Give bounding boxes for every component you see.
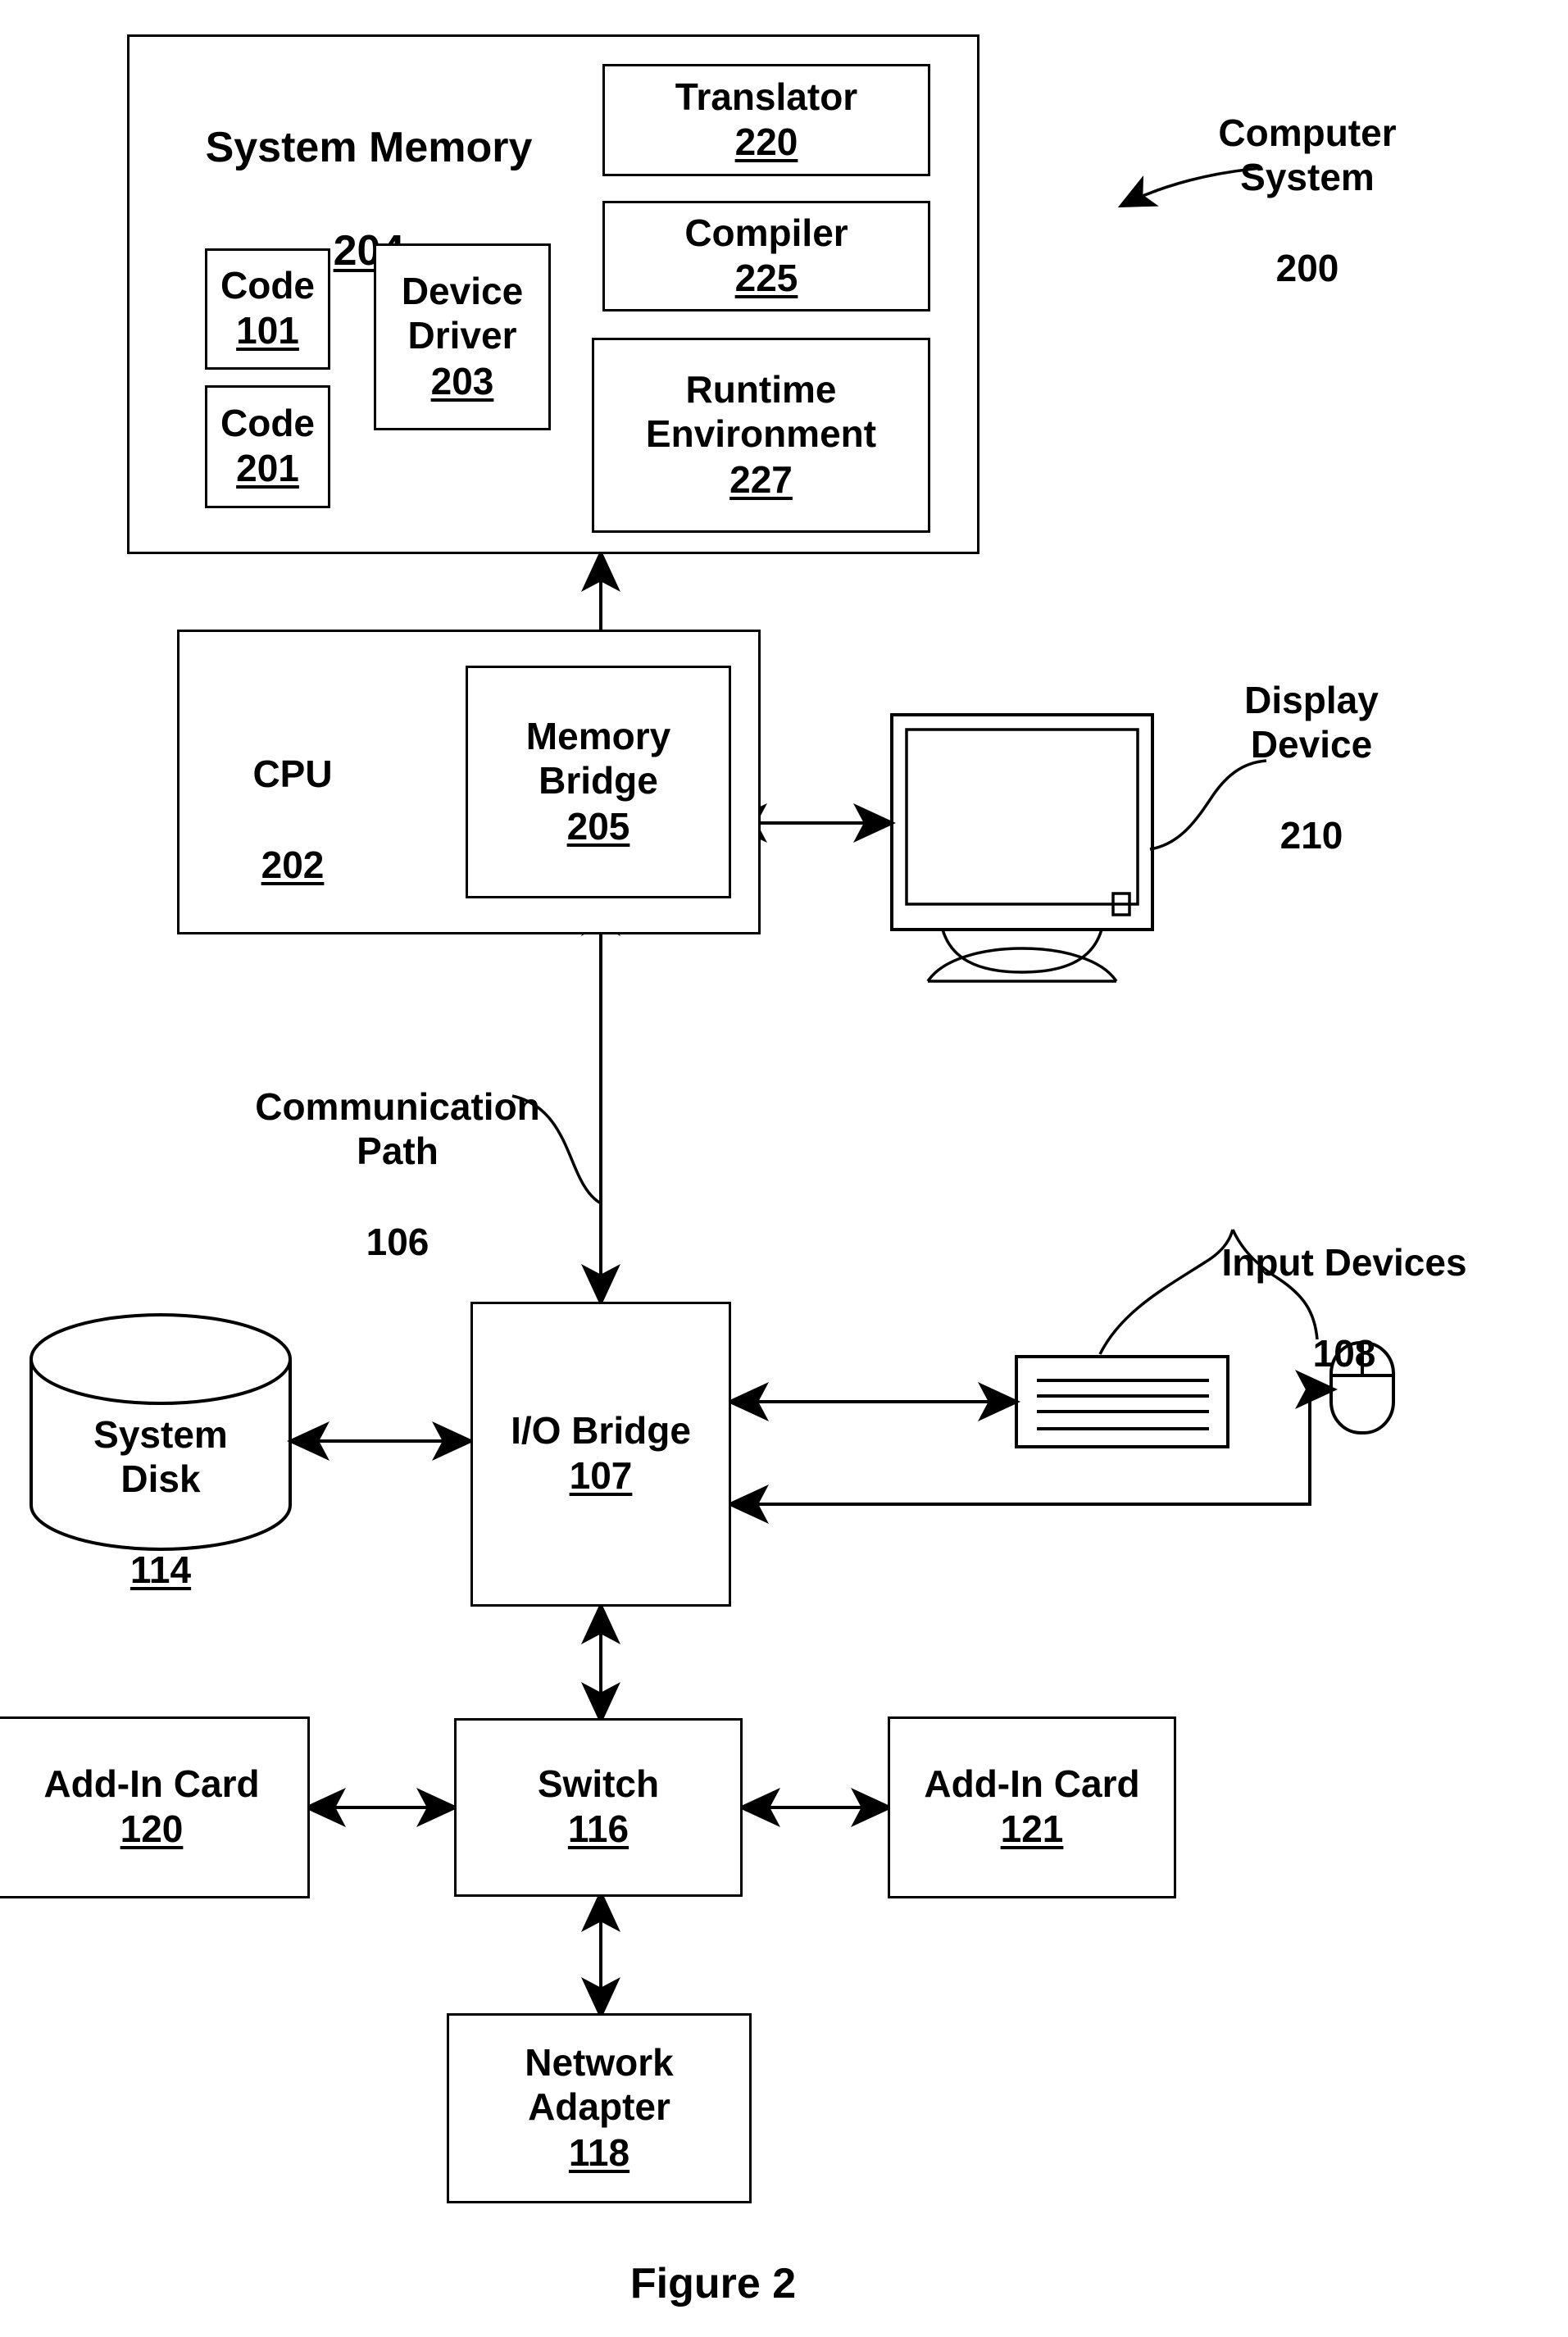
add-in-card-120-number: 120	[120, 1807, 184, 1851]
annotation-display-device: Display Device 210	[1188, 633, 1434, 905]
display-device-number: 210	[1279, 813, 1343, 857]
add-in-card-120-label: Add-In Card	[43, 1762, 260, 1806]
computer-system-number: 200	[1275, 246, 1339, 289]
io-bridge-label: I/O Bridge	[511, 1409, 691, 1453]
compiler-number: 225	[734, 256, 798, 299]
add-in-card-121-label: Add-In Card	[924, 1762, 1140, 1806]
system-disk-label: System Disk	[93, 1413, 228, 1501]
compiler-label: Compiler	[684, 211, 848, 254]
communication-path-number: 106	[366, 1220, 429, 1263]
communication-path-label: Communication Path	[255, 1085, 540, 1173]
code-201-label: Code	[220, 402, 315, 445]
switch-number: 116	[567, 1807, 629, 1851]
computer-system-label: Computer System	[1218, 111, 1397, 199]
switch-label: Switch	[537, 1762, 660, 1806]
memory-bridge-label: Memory Bridge	[525, 714, 671, 802]
io-bridge-number: 107	[569, 1454, 633, 1498]
code-101-label: Code	[220, 264, 315, 307]
monitor-icon	[890, 713, 1154, 983]
device-driver-label: Device Driver	[401, 269, 524, 357]
network-adapter-number: 118	[568, 2130, 630, 2174]
translator-number: 220	[734, 120, 798, 163]
block-io-bridge[interactable]: I/O Bridge 107	[470, 1302, 731, 1607]
annotation-input-devices: Input Devices 108	[1205, 1195, 1484, 1422]
memory-bridge-number: 205	[566, 804, 630, 848]
code-101-number: 101	[236, 309, 299, 352]
device-driver-number: 203	[430, 359, 494, 402]
input-devices-number: 108	[1312, 1331, 1376, 1375]
patent-figure-page: System Memory 204 Code 101 Code 201 Devi…	[0, 0, 1568, 2337]
system-memory-label: System Memory	[205, 124, 533, 172]
block-runtime-environment[interactable]: Runtime Environment 227	[592, 338, 930, 533]
input-devices-label: Input Devices	[1221, 1241, 1467, 1284]
annotation-communication-path: Communication Path 106	[238, 1039, 557, 1312]
cpu-number: 202	[261, 843, 325, 886]
cpu-label: CPU	[252, 752, 333, 796]
annotation-computer-system: Computer System 200	[1172, 66, 1443, 338]
block-network-adapter[interactable]: Network Adapter 118	[447, 2013, 752, 2203]
network-adapter-label: Network Adapter	[525, 2040, 674, 2129]
figure-caption: Figure 2	[629, 2260, 797, 2307]
block-device-driver[interactable]: Device Driver 203	[374, 243, 551, 430]
runtime-environment-number: 227	[729, 457, 793, 501]
block-switch[interactable]: Switch 116	[454, 1718, 743, 1897]
block-code-201[interactable]: Code 201	[205, 385, 330, 508]
block-code-101[interactable]: Code 101	[205, 248, 330, 370]
block-compiler[interactable]: Compiler 225	[602, 201, 930, 311]
keyboard-icon	[1015, 1355, 1229, 1448]
cpu-title: CPU 202	[215, 707, 370, 934]
translator-label: Translator	[675, 75, 858, 118]
block-translator[interactable]: Translator 220	[602, 64, 930, 176]
system-disk-number: 114	[130, 1548, 192, 1591]
add-in-card-121-number: 121	[1000, 1807, 1064, 1851]
code-201-number: 201	[236, 447, 299, 490]
system-disk-title[interactable]: System Disk 114	[46, 1367, 275, 1639]
display-device-label: Display Device	[1244, 679, 1379, 766]
block-memory-bridge[interactable]: Memory Bridge 205	[466, 666, 731, 898]
block-add-in-card-120[interactable]: Add-In Card 120	[0, 1716, 310, 1898]
block-add-in-card-121[interactable]: Add-In Card 121	[888, 1716, 1176, 1898]
runtime-environment-label: Runtime Environment	[645, 367, 877, 456]
